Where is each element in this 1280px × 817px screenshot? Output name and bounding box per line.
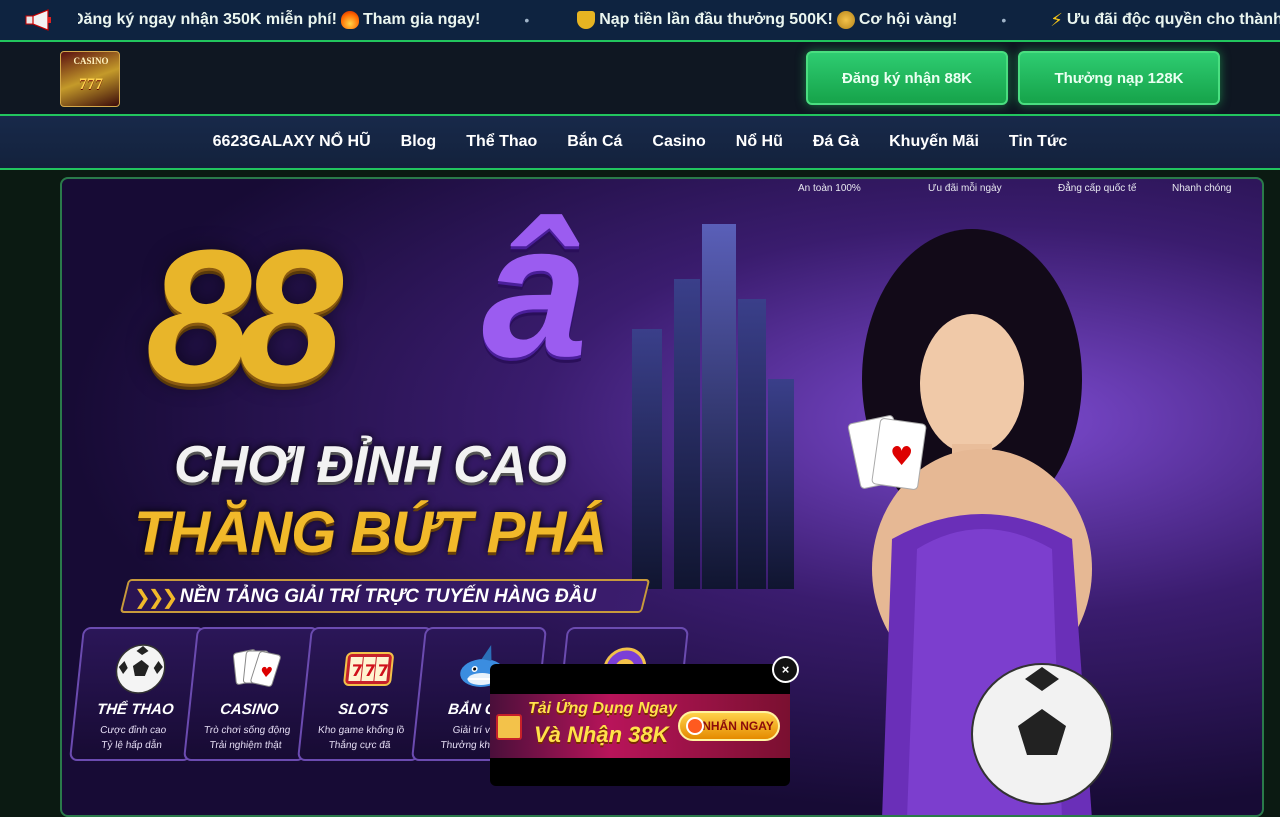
deposit-bonus-button[interactable]: Thưởng nạp 128K	[1018, 51, 1220, 105]
svg-text:7: 7	[350, 661, 363, 680]
nav-item-home[interactable]: 6623GALAXY NỔ HŨ	[213, 133, 371, 151]
popup-banner[interactable]: Tải Ứng Dụng Ngay Và Nhận 38K NHẤN NGAY	[490, 694, 790, 758]
lightning-icon: ⚡	[1050, 9, 1063, 30]
ticker-message-cta: Tham gia ngay!	[362, 11, 481, 28]
city-skyline-image	[632, 329, 662, 589]
slogan-line-2: THĂNG BỨT PHÁ	[134, 500, 607, 565]
trust-badge: An toàn 100%	[798, 183, 861, 194]
soccer-ball-icon	[115, 644, 166, 694]
category-subtitle: Trò chơi sống động Trải nghiệm thật	[186, 723, 307, 753]
city-skyline-image	[702, 224, 736, 589]
nav-item-cockfight[interactable]: Đá Gà	[813, 133, 859, 151]
category-subtitle: Kho game khổng lồ Thắng cực đã	[300, 723, 421, 753]
app-download-popup[interactable]: Tải Ứng Dụng Ngay Và Nhận 38K NHẤN NGAY	[490, 664, 790, 786]
category-subtitle-line: Kho game khổng lồ	[317, 725, 405, 736]
slot-777-icon: 7 7 7	[343, 652, 394, 686]
category-subtitle-line: Thắng cực đã	[328, 740, 392, 751]
category-subtitle: Cược đỉnh cao Tỷ lệ hấp dẫn	[72, 723, 193, 753]
site-logo[interactable]: CASINO 777	[60, 51, 120, 107]
gift-box-icon	[496, 714, 522, 740]
city-skyline-image	[674, 279, 700, 589]
category-title: THỂ THAO	[96, 701, 175, 718]
main-nav: 6623GALAXY NỔ HŨ Blog Thể Thao Bắn Cá Ca…	[0, 114, 1280, 170]
promo-ticker: Đăng ký ngay nhận 350K miễn phí! Tham gi…	[0, 0, 1280, 42]
ticker-track: Đăng ký ngay nhận 350K miễn phí! Tham gi…	[72, 0, 1280, 40]
download-now-label: NHẤN NGAY	[702, 719, 774, 733]
svg-text:♥: ♥	[259, 665, 273, 681]
category-subtitle-line: Trò chơi sống động	[203, 725, 291, 736]
ticker-separator: •	[1001, 12, 1007, 28]
nav-item-news[interactable]: Tin Tức	[1009, 133, 1067, 151]
svg-text:7: 7	[376, 661, 389, 680]
ticker-message-text: Ưu đãi độc quyền cho thành viên	[1066, 11, 1280, 28]
city-skyline-image	[768, 379, 794, 589]
svg-text:♥: ♥	[890, 442, 913, 472]
trust-badge: Nhanh chóng	[1172, 183, 1232, 194]
nav-item-casino[interactable]: Casino	[652, 133, 705, 151]
register-button[interactable]: Đăng ký nhận 88K	[806, 51, 1008, 105]
close-popup-button[interactable]: ×	[772, 656, 799, 683]
fire-icon	[340, 11, 359, 29]
logo-text-main: 777	[79, 76, 103, 93]
city-skyline-image	[738, 299, 766, 589]
brand-letter: â	[482, 185, 588, 397]
ticker-message-text: Đăng ký ngay nhận 350K miễn phí!	[72, 11, 337, 28]
category-subtitle-line: Trải nghiệm thật	[209, 740, 283, 751]
playing-cards-icon: ♥	[232, 649, 281, 687]
pointer-hand-icon	[686, 717, 704, 735]
soccer-ball-icon	[971, 663, 1113, 805]
nav-item-promotions[interactable]: Khuyến Mãi	[889, 133, 979, 151]
trophy-icon	[577, 11, 596, 29]
download-now-button[interactable]: NHẤN NGAY	[678, 711, 780, 741]
money-bag-icon	[836, 11, 855, 29]
category-subtitle-line: Tỷ lệ hấp dẫn	[100, 740, 163, 751]
ticker-message[interactable]: ⚡ Ưu đãi độc quyền cho thành viên	[1050, 10, 1280, 31]
chevrons-icon: ❯❯❯	[134, 587, 178, 609]
trust-badge: Đẳng cấp quốc tế	[1058, 183, 1137, 194]
ticker-message-cta: Cơ hội vàng!	[858, 11, 958, 28]
brand-number: 88	[146, 211, 343, 423]
ticker-message[interactable]: Đăng ký ngay nhận 350K miễn phí! Tham gi…	[72, 11, 480, 29]
category-subtitle-line: Cược đỉnh cao	[99, 725, 167, 736]
tagline-text: NỀN TẢNG GIẢI TRÍ TRỰC TUYẾN HÀNG ĐẦU	[179, 586, 597, 607]
megaphone-icon	[0, 0, 78, 40]
ticker-message[interactable]: Nạp tiền lần đầu thưởng 500K! Cơ hội vàn…	[573, 11, 957, 29]
popup-line-2: Và Nhận 38K	[534, 722, 669, 747]
nav-item-fishing[interactable]: Bắn Cá	[567, 133, 622, 151]
category-title: CASINO	[219, 701, 280, 718]
site-header: CASINO 777 Đăng ký nhận 88K Thưởng nạp 1…	[0, 42, 1280, 114]
ticker-message-text: Nạp tiền lần đầu thưởng 500K!	[599, 11, 833, 28]
popup-line-1: Tải Ứng Dụng Ngay	[528, 700, 677, 717]
trust-badge: Ưu đãi mỗi ngày	[928, 183, 1002, 194]
slogan-line-1: CHƠI ĐỈNH CAO	[174, 436, 567, 494]
nav-item-blog[interactable]: Blog	[401, 133, 437, 151]
tagline-box: NỀN TẢNG GIẢI TRÍ TRỰC TUYẾN HÀNG ĐẦU	[119, 579, 651, 613]
ticker-separator: •	[524, 12, 530, 28]
category-title: SLOTS	[337, 701, 390, 718]
svg-text:7: 7	[363, 661, 376, 680]
nav-item-sports[interactable]: Thể Thao	[466, 133, 537, 151]
nav-item-slots[interactable]: Nổ Hũ	[736, 133, 783, 151]
logo-text-top: CASINO	[73, 56, 109, 66]
